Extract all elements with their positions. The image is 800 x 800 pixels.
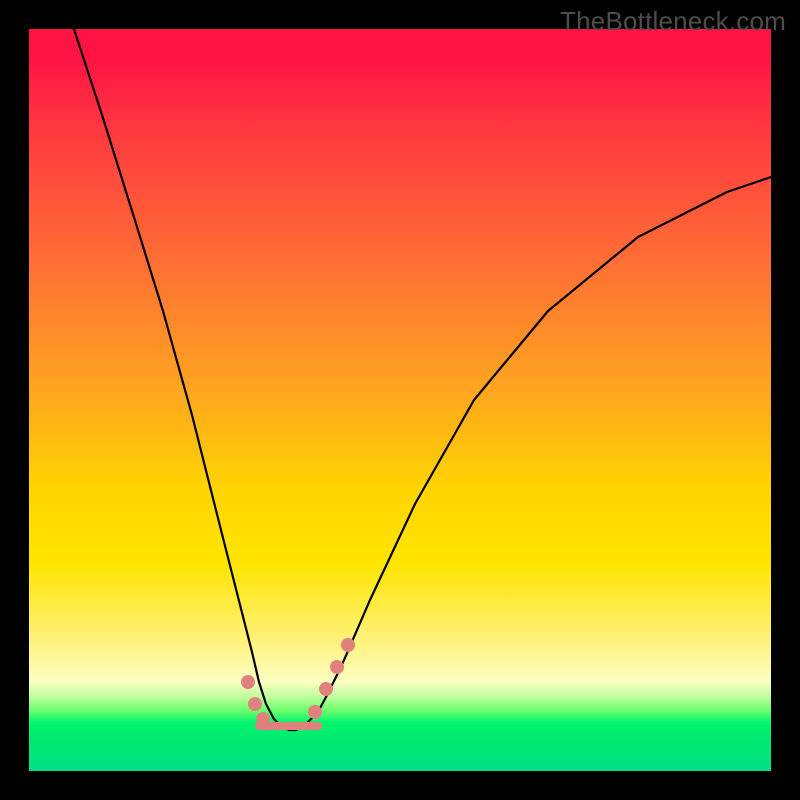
bottleneck-curve-svg: [29, 29, 771, 771]
marker-dot: [319, 682, 333, 696]
bottleneck-curve-line: [74, 29, 771, 730]
marker-dot: [248, 697, 262, 711]
marker-dot: [256, 712, 270, 726]
watermark-text: TheBottleneck.com: [560, 6, 786, 37]
marker-dot: [308, 705, 322, 719]
chart-frame: TheBottleneck.com: [0, 0, 800, 800]
marker-dot: [330, 660, 344, 674]
marker-dot: [341, 638, 355, 652]
plot-gradient-background: [29, 29, 771, 771]
marker-dot: [241, 675, 255, 689]
